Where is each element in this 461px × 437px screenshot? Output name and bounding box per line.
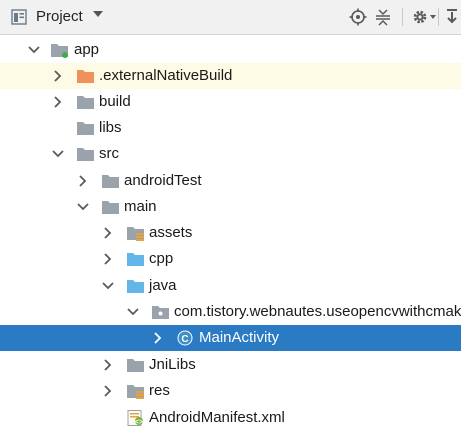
tree-node-res[interactable]: res xyxy=(0,378,461,404)
resource-folder-icon xyxy=(126,225,146,241)
chevron-right-icon[interactable] xyxy=(51,95,65,109)
source-folder-icon xyxy=(126,278,146,294)
tree-node-mainactivity[interactable]: C MainActivity xyxy=(0,325,461,351)
chevron-down-icon[interactable] xyxy=(27,43,41,57)
svg-text:<>: <> xyxy=(135,419,143,426)
folder-icon xyxy=(126,357,146,373)
tree-label: .externalNativeBuild xyxy=(99,67,233,84)
tree-node-androidtest[interactable]: androidTest xyxy=(0,168,461,194)
source-folder-icon xyxy=(126,251,146,267)
svg-text:C: C xyxy=(181,334,188,345)
tree-label: cpp xyxy=(149,250,174,267)
chevron-down-icon[interactable] xyxy=(93,11,103,17)
chevron-right-icon[interactable] xyxy=(51,69,65,83)
tree-node-app[interactable]: app xyxy=(0,37,461,63)
tree-label: assets xyxy=(149,224,193,241)
folder-icon xyxy=(101,173,121,189)
project-toolbar: Project xyxy=(0,0,461,35)
tree-node-assets[interactable]: assets xyxy=(0,220,461,246)
tree-node-java[interactable]: java xyxy=(0,273,461,299)
tree-node-externalnativebuild[interactable]: .externalNativeBuild xyxy=(0,63,461,89)
tree-label: JniLibs xyxy=(149,356,196,373)
chevron-down-icon[interactable] xyxy=(101,279,115,293)
tree-label: app xyxy=(74,41,100,58)
tree-node-package[interactable]: com.tistory.webnautes.useopencvwithcmak xyxy=(0,299,461,325)
tree-label: AndroidManifest.xml xyxy=(149,409,285,426)
resource-folder-icon xyxy=(126,383,146,399)
chevron-right-icon[interactable] xyxy=(101,252,115,266)
project-view-icon[interactable] xyxy=(11,9,27,29)
tree-label: androidTest xyxy=(124,172,202,189)
tree-label: main xyxy=(124,198,157,215)
tree-label: build xyxy=(99,93,131,110)
panel-title[interactable]: Project xyxy=(36,8,83,25)
folder-icon xyxy=(101,199,121,215)
tree-node-jnilibs[interactable]: JniLibs xyxy=(0,352,461,378)
tree-label: java xyxy=(149,277,177,294)
package-icon xyxy=(151,304,171,320)
chevron-right-icon[interactable] xyxy=(101,226,115,240)
folder-icon xyxy=(76,94,96,110)
chevron-right-icon[interactable] xyxy=(101,384,115,398)
tree-node-androidmanifest[interactable]: <> AndroidManifest.xml xyxy=(0,405,461,431)
tree-label: MainActivity xyxy=(199,329,280,346)
toolbar-separator xyxy=(402,8,403,26)
tree-label: libs xyxy=(99,119,122,136)
chevron-right-icon[interactable] xyxy=(151,331,165,345)
manifest-file-icon: <> xyxy=(126,410,146,426)
chevron-down-icon[interactable] xyxy=(76,200,90,214)
folder-icon xyxy=(76,146,96,162)
hide-panel-icon[interactable] xyxy=(445,8,459,30)
tree-node-src[interactable]: src xyxy=(0,141,461,167)
tree-label: res xyxy=(149,382,170,399)
settings-icon[interactable] xyxy=(411,8,437,30)
excluded-folder-icon xyxy=(76,68,96,84)
module-folder-icon xyxy=(50,42,70,58)
java-class-icon: C xyxy=(176,330,196,346)
tree-label: com.tistory.webnautes.useopencvwithcmak xyxy=(174,303,461,320)
chevron-right-icon[interactable] xyxy=(101,358,115,372)
chevron-down-icon[interactable] xyxy=(51,147,65,161)
panel-bottom-edge xyxy=(0,432,461,437)
tree-label: src xyxy=(99,145,119,162)
folder-icon xyxy=(76,120,96,136)
chevron-right-icon[interactable] xyxy=(76,174,90,188)
locate-icon[interactable] xyxy=(349,8,367,30)
tree-node-libs[interactable]: libs xyxy=(0,115,461,141)
chevron-down-icon[interactable] xyxy=(126,305,140,319)
toolbar-separator xyxy=(438,8,439,26)
collapse-all-icon[interactable] xyxy=(375,8,391,30)
tree-node-cpp[interactable]: cpp xyxy=(0,246,461,272)
tree-node-main[interactable]: main xyxy=(0,194,461,220)
tree-node-build[interactable]: build xyxy=(0,89,461,115)
